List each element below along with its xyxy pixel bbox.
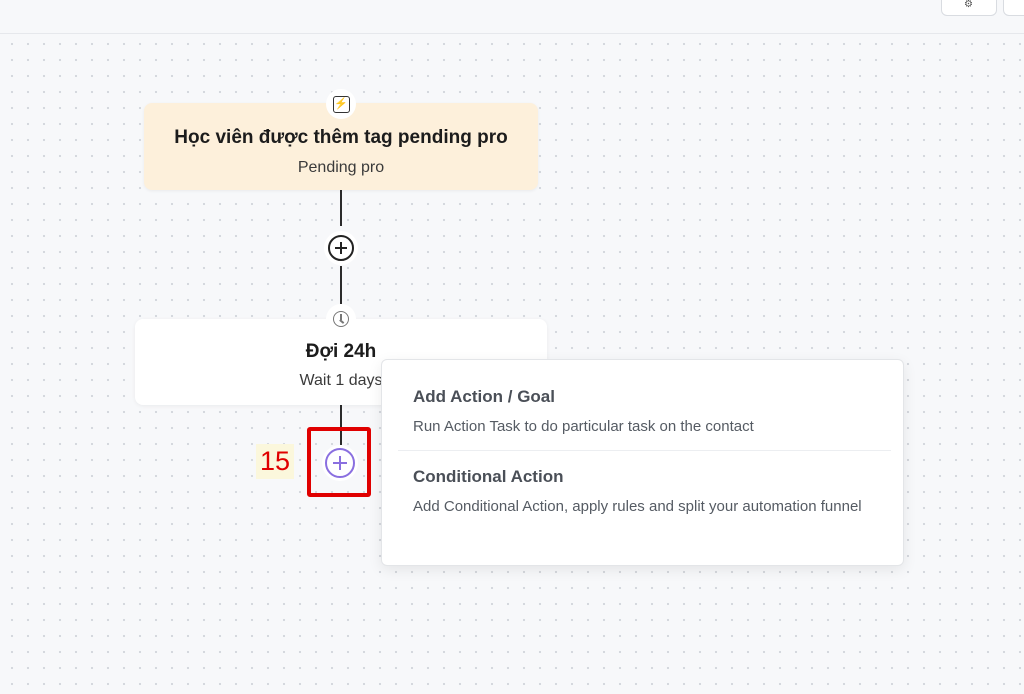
add-step-button-active[interactable] [322,445,358,481]
menu-divider [398,450,891,451]
menu-option-title: Add Action / Goal [413,387,555,406]
plus-circle-icon [328,235,354,261]
lightning-icon: ⚡ [332,95,350,113]
step-number-label: 15 [256,444,294,479]
top-toolbar: ⚙ [0,0,1024,34]
toolbar-extra-button[interactable] [1003,0,1024,16]
toolbar-settings-button[interactable]: ⚙ [941,0,997,16]
add-step-button[interactable] [324,231,358,265]
connector-line [340,190,342,226]
plus-circle-icon [325,448,355,478]
connector-line [340,266,342,304]
gear-icon: ⚙ [964,0,973,10]
menu-option-title: Conditional Action [413,467,564,486]
menu-option-conditional-action[interactable]: Conditional Action Add Conditional Actio… [413,467,883,519]
add-step-menu: Add Action / Goal Run Action Task to do … [381,359,904,566]
menu-option-description: Run Action Task to do particular task on… [413,418,754,435]
trigger-subtitle: Pending pro [297,159,385,176]
menu-option-add-action[interactable]: Add Action / Goal Run Action Task to do … [413,387,883,439]
trigger-title: Học viên được thêm tag pending pro [174,127,508,148]
wait-badge [326,304,356,334]
trigger-badge: ⚡ [326,89,356,119]
clock-icon [333,311,349,327]
menu-option-description: Add Conditional Action, apply rules and … [413,498,862,515]
